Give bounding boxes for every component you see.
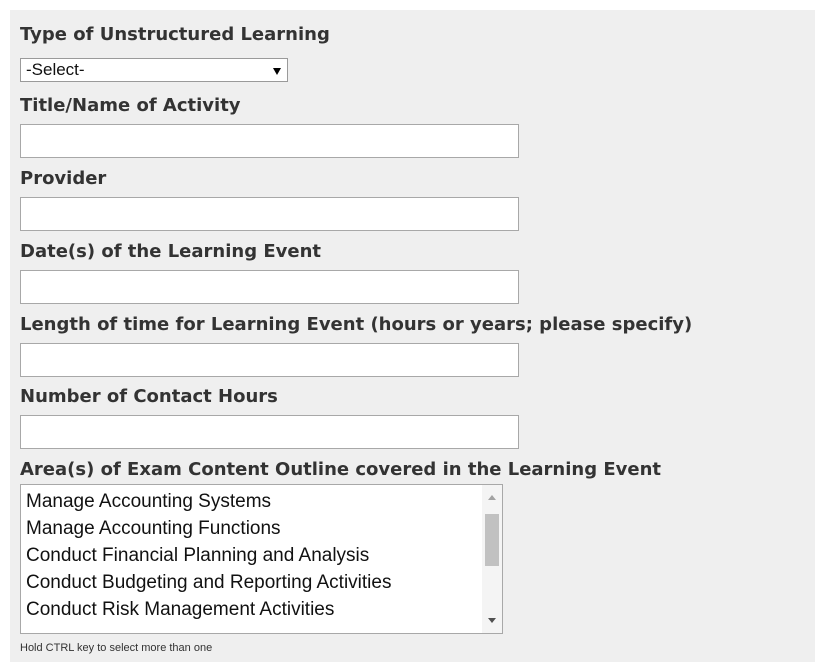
contact-hours-input[interactable] (20, 415, 519, 449)
provider-input[interactable] (20, 197, 519, 231)
dates-label: Date(s) of the Learning Event (20, 241, 321, 262)
areas-option[interactable]: Manage Accounting Functions (26, 516, 281, 542)
areas-listbox[interactable]: Manage Accounting Systems Manage Account… (20, 484, 503, 634)
type-select[interactable]: -Select- (20, 58, 288, 82)
multi-select-hint: Hold CTRL key to select more than one (20, 642, 213, 654)
dates-input[interactable] (20, 270, 519, 304)
scroll-down-icon[interactable] (488, 618, 496, 623)
areas-scrollbar[interactable] (482, 485, 502, 633)
length-input[interactable] (20, 343, 519, 377)
areas-option[interactable]: Conduct Budgeting and Reporting Activiti… (26, 570, 391, 596)
learning-event-form: Type of Unstructured Learning -Select- T… (10, 10, 815, 662)
areas-option[interactable]: Conduct Financial Planning and Analysis (26, 543, 369, 569)
areas-option[interactable]: Conduct Risk Management Activities (26, 597, 334, 623)
chevron-down-icon (273, 68, 281, 75)
type-label: Type of Unstructured Learning (20, 24, 330, 45)
scrollbar-thumb[interactable] (485, 514, 499, 566)
scroll-up-icon[interactable] (488, 495, 496, 500)
type-select-value: -Select- (26, 60, 85, 79)
provider-label: Provider (20, 168, 107, 189)
length-label: Length of time for Learning Event (hours… (20, 314, 693, 335)
areas-option[interactable]: Manage Accounting Systems (26, 489, 271, 515)
title-input[interactable] (20, 124, 519, 158)
contact-hours-label: Number of Contact Hours (20, 386, 278, 407)
areas-label: Area(s) of Exam Content Outline covered … (20, 459, 662, 480)
title-label: Title/Name of Activity (20, 95, 241, 116)
